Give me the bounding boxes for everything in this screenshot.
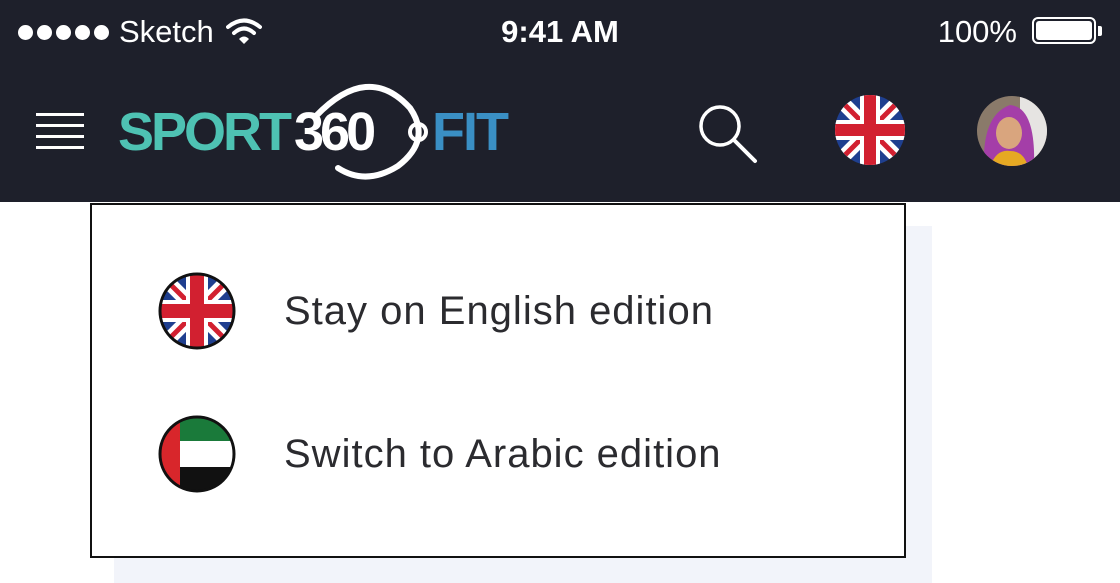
battery-percent: 100% [937,14,1017,49]
user-avatar[interactable] [976,95,1048,167]
language-option-arabic[interactable]: Switch to Arabic edition [158,414,838,494]
sport360-fit-logo[interactable]: SPORT 360 FIT [118,80,518,180]
hamburger-menu-icon[interactable] [36,111,84,151]
language-option-label: Stay on English edition [284,288,714,333]
language-menu: Stay on English edition Switch to Arabic… [90,203,906,558]
battery-icon [1032,17,1102,44]
app-header: Sketch 9:41 AM 100% SPORT 360 FIT [0,0,1120,202]
uk-flag-icon[interactable] [834,94,906,166]
status-bar: Sketch 9:41 AM 100% [0,0,1120,62]
search-icon[interactable] [696,102,758,164]
logo-text-sport: SPORT [118,102,292,162]
language-option-english[interactable]: Stay on English edition [158,271,838,351]
uk-flag-icon [158,272,236,350]
logo-text-fit: FIT [432,102,509,162]
language-option-label: Switch to Arabic edition [284,431,722,476]
logo-text-360: 360 [294,102,374,162]
uae-flag-icon [158,415,236,493]
